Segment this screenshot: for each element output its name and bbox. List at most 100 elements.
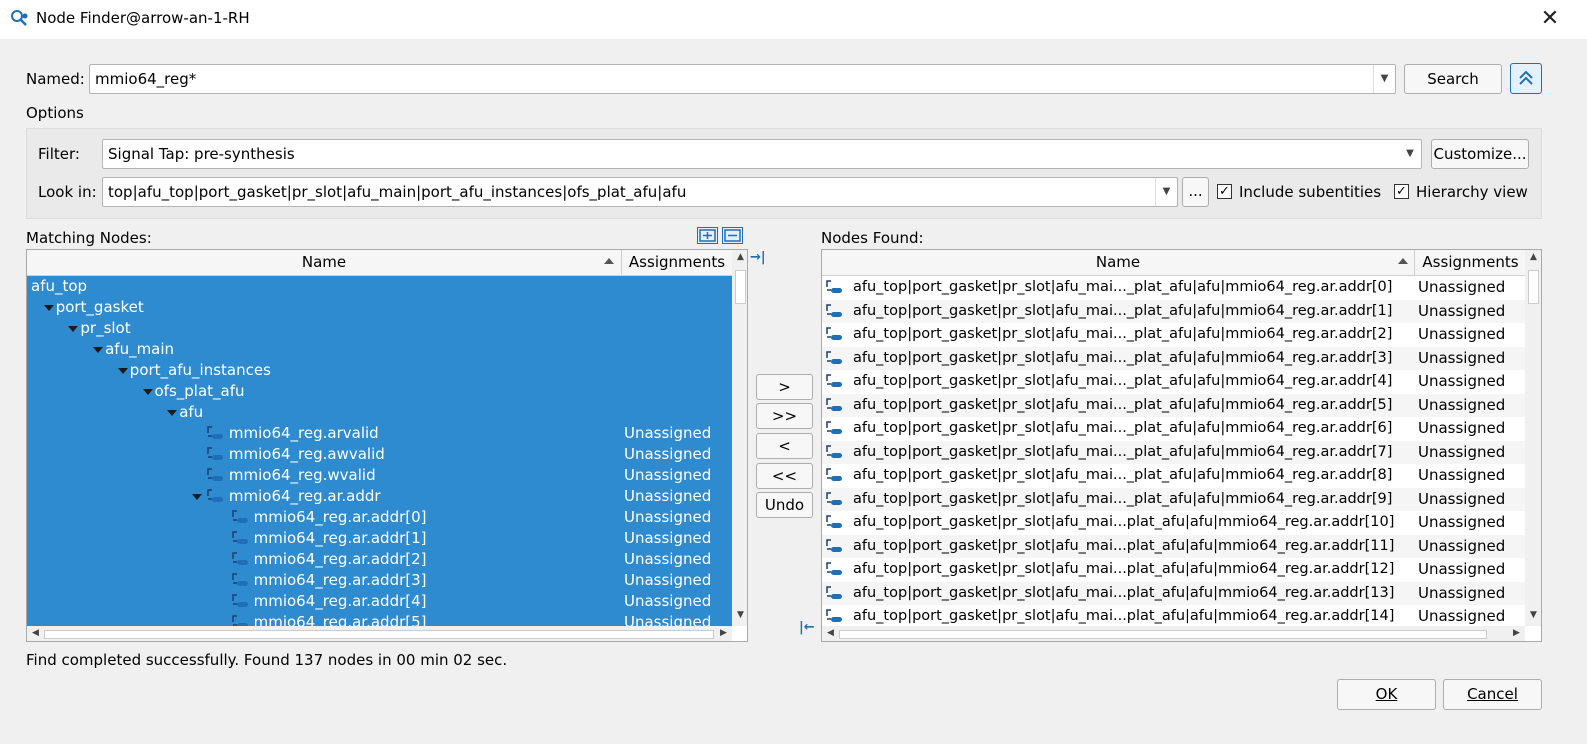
list-item[interactable]: afu_top|port_gasket|pr_slot|afu_mai..._p… (822, 464, 1525, 488)
search-button[interactable]: Search (1404, 64, 1502, 94)
hierarchy-view-checkbox[interactable]: ✓ (1394, 184, 1409, 199)
horizontal-scrollbar[interactable]: ◀ ▶ (27, 626, 732, 641)
signal-node-icon (825, 466, 843, 484)
tree-row[interactable]: port_afu_instances (27, 360, 732, 381)
list-item[interactable]: afu_top|port_gasket|pr_slot|afu_mai..._p… (822, 487, 1525, 511)
list-item[interactable]: afu_top|port_gasket|pr_slot|afu_mai...pl… (822, 511, 1525, 535)
tree-row[interactable]: mmio64_reg.awvalid Unassigned (27, 444, 732, 465)
signal-node-icon (825, 325, 843, 343)
customize-button[interactable]: Customize... (1431, 139, 1529, 169)
tree-row-label: mmio64_reg.ar.addr[2] (253, 550, 427, 568)
matching-nodes-table[interactable]: Name Assignments afu_top port_gasket pr_sl… (26, 249, 748, 642)
nodes-found-label: Nodes Found: (821, 229, 924, 247)
expand-arrow-icon[interactable] (68, 326, 79, 332)
tree-row[interactable]: afu (27, 402, 732, 423)
scroll-thumb[interactable] (1528, 270, 1539, 304)
move-to-start-icon[interactable]: |← (799, 620, 815, 635)
list-item-assignment: Unassigned (1418, 583, 1506, 602)
list-item[interactable]: afu_top|port_gasket|pr_slot|afu_mai..._p… (822, 417, 1525, 441)
tree-row[interactable]: ofs_plat_afu (27, 381, 732, 402)
scroll-up-icon[interactable]: ▲ (1525, 252, 1541, 262)
collapse-options-button[interactable] (1510, 63, 1542, 94)
tree-row-label: mmio64_reg.ar.addr (228, 487, 381, 505)
tree-row[interactable]: mmio64_reg.ar.addr[1] Unassigned (27, 528, 732, 549)
list-item[interactable]: afu_top|port_gasket|pr_slot|afu_mai..._p… (822, 393, 1525, 417)
list-item[interactable]: afu_top|port_gasket|pr_slot|afu_mai...pl… (822, 558, 1525, 582)
expand-arrow-icon[interactable] (93, 347, 104, 353)
expand-arrow-icon[interactable] (117, 368, 128, 374)
tree-row[interactable]: mmio64_reg.wvalid Unassigned (27, 465, 732, 486)
found-assign-header[interactable]: Assignments (1414, 250, 1526, 276)
chevron-down-icon[interactable]: ▼ (1399, 140, 1421, 168)
move-to-end-icon[interactable]: →| (750, 250, 766, 265)
list-item[interactable]: afu_top|port_gasket|pr_slot|afu_mai...pl… (822, 605, 1525, 626)
include-subentities-checkbox[interactable]: ✓ (1217, 184, 1232, 199)
expand-arrow-icon[interactable] (167, 410, 178, 416)
expand-arrow-icon[interactable] (142, 389, 153, 395)
filter-value: Signal Tap: pre-synthesis (108, 145, 295, 163)
add-button[interactable]: > (756, 374, 813, 400)
tree-row[interactable]: port_gasket (27, 297, 732, 318)
scroll-left-icon[interactable]: ◀ (822, 628, 839, 638)
tree-row-label: mmio64_reg.ar.addr[1] (253, 529, 427, 547)
tree-row[interactable]: mmio64_reg.arvalid Unassigned (27, 423, 732, 444)
tree-row[interactable]: mmio64_reg.ar.addr[2] Unassigned (27, 549, 732, 570)
named-input[interactable]: mmio64_reg* (95, 70, 196, 88)
scroll-thumb[interactable] (839, 630, 1487, 639)
tree-row-label: afu (179, 403, 204, 421)
cancel-button[interactable]: Cancel (1443, 679, 1542, 710)
list-item[interactable]: afu_top|port_gasket|pr_slot|afu_mai...pl… (822, 581, 1525, 605)
found-name-header[interactable]: Name (822, 250, 1414, 276)
remove-all-button[interactable]: << (756, 463, 813, 489)
list-item[interactable]: afu_top|port_gasket|pr_slot|afu_mai..._p… (822, 346, 1525, 370)
found-list-body[interactable]: afu_top|port_gasket|pr_slot|afu_mai..._p… (822, 276, 1525, 626)
collapse-all-icon[interactable] (722, 227, 743, 244)
expand-all-icon[interactable] (697, 227, 718, 244)
list-item[interactable]: afu_top|port_gasket|pr_slot|afu_mai...pl… (822, 534, 1525, 558)
tree-row[interactable]: pr_slot (27, 318, 732, 339)
list-item[interactable]: afu_top|port_gasket|pr_slot|afu_mai..._p… (822, 323, 1525, 347)
matching-tree-body[interactable]: afu_top port_gasket pr_slot afu_main port_af… (27, 276, 732, 626)
nodes-found-table[interactable]: Name Assignments afu_top|port_gasket|pr_… (821, 249, 1542, 642)
chevron-down-icon[interactable]: ▼ (1155, 178, 1177, 206)
tree-row[interactable]: afu_top (27, 276, 732, 297)
horizontal-scrollbar[interactable]: ◀ ▶ (822, 626, 1525, 641)
tree-row[interactable]: mmio64_reg.ar.addr[3] Unassigned (27, 570, 732, 591)
list-item[interactable]: afu_top|port_gasket|pr_slot|afu_mai..._p… (822, 276, 1525, 300)
expand-arrow-icon[interactable] (43, 305, 54, 311)
chevron-down-icon[interactable]: ▼ (1373, 65, 1395, 93)
hierarchy-view-label: Hierarchy view (1416, 183, 1528, 201)
scroll-thumb[interactable] (44, 630, 714, 639)
named-combo[interactable]: mmio64_reg* ▼ (89, 64, 1396, 94)
scroll-down-icon[interactable]: ▼ (1525, 610, 1541, 620)
tree-row[interactable]: mmio64_reg.ar.addr[4] Unassigned (27, 591, 732, 612)
tree-row[interactable]: mmio64_reg.ar.addr Unassigned (27, 486, 732, 507)
vertical-scrollbar[interactable]: ▲ ▼ (1525, 250, 1541, 626)
tree-row[interactable]: afu_main (27, 339, 732, 360)
undo-button[interactable]: Undo (756, 492, 813, 518)
filter-select[interactable]: Signal Tap: pre-synthesis ▼ (102, 139, 1422, 169)
scroll-right-icon[interactable]: ▶ (715, 628, 732, 638)
list-item[interactable]: afu_top|port_gasket|pr_slot|afu_mai..._p… (822, 370, 1525, 394)
list-item[interactable]: afu_top|port_gasket|pr_slot|afu_mai..._p… (822, 299, 1525, 323)
tree-row[interactable]: mmio64_reg.ar.addr[0] Unassigned (27, 507, 732, 528)
list-item[interactable]: afu_top|port_gasket|pr_slot|afu_mai..._p… (822, 440, 1525, 464)
signal-node-icon (825, 607, 843, 625)
tree-row[interactable]: mmio64_reg.ar.addr[5] Unassigned (27, 612, 732, 626)
add-all-button[interactable]: >> (756, 403, 813, 429)
remove-button[interactable]: < (756, 433, 813, 459)
scroll-left-icon[interactable]: ◀ (27, 628, 44, 638)
matching-name-header[interactable]: Name (27, 250, 621, 276)
scroll-up-icon[interactable]: ▲ (732, 252, 747, 262)
scroll-thumb[interactable] (735, 270, 746, 304)
browse-button[interactable]: ... (1182, 177, 1209, 207)
close-icon[interactable]: ✕ (1538, 8, 1562, 32)
lookin-combo[interactable]: top|afu_top|port_gasket|pr_slot|afu_main… (102, 177, 1178, 207)
scroll-down-icon[interactable]: ▼ (732, 610, 747, 620)
vertical-scrollbar[interactable]: ▲ ▼ (732, 250, 747, 626)
lookin-input[interactable]: top|afu_top|port_gasket|pr_slot|afu_main… (108, 183, 686, 201)
ok-button[interactable]: OK (1337, 679, 1436, 710)
expand-arrow-icon[interactable] (191, 494, 202, 500)
matching-assign-header[interactable]: Assignments (621, 250, 732, 276)
scroll-right-icon[interactable]: ▶ (1508, 628, 1525, 638)
